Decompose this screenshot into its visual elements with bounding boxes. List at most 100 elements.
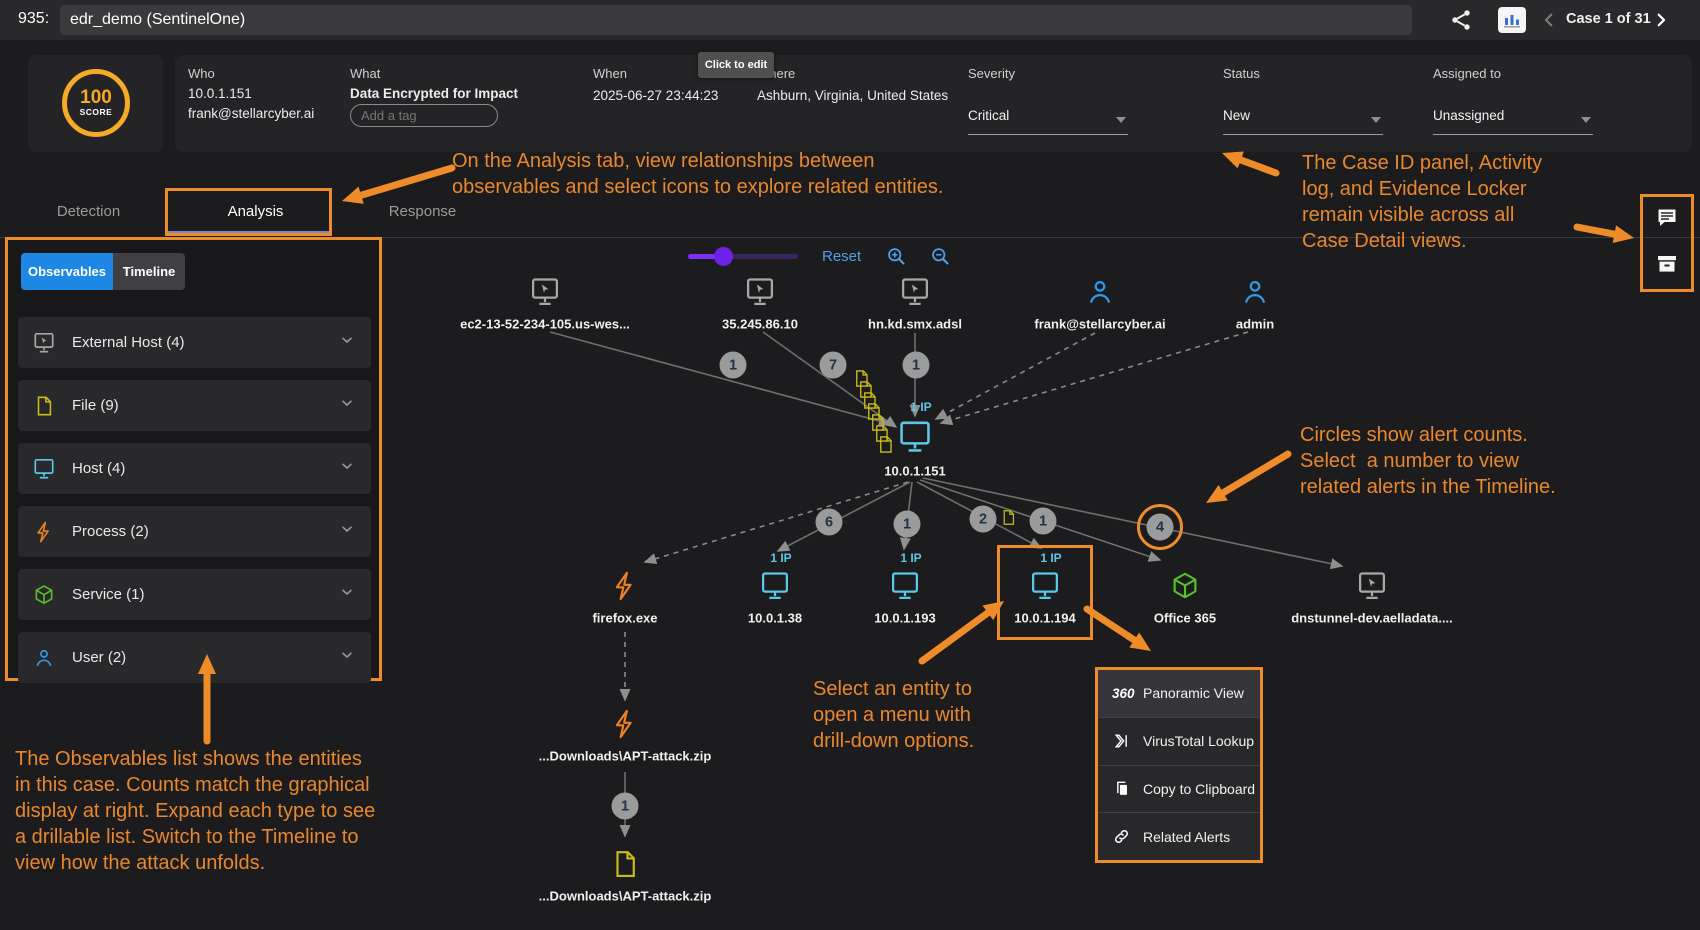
graph-node-label: admin <box>1236 317 1274 332</box>
graph-node-user-icon[interactable] <box>1240 277 1270 307</box>
severity-dropdown[interactable]: Critical <box>968 108 1128 135</box>
topbar: 935: Case 1 of 31 <box>0 0 1700 40</box>
where-value: Ashburn, Virginia, United States <box>757 88 948 103</box>
graph-node-process-icon[interactable] <box>610 571 640 601</box>
status-value: New <box>1223 108 1250 123</box>
external-host-icon <box>33 332 55 354</box>
menu-item-label: Copy to Clipboard <box>1143 781 1255 797</box>
observable-row-user[interactable]: User (2) <box>18 632 371 683</box>
graph-node-host-icon[interactable] <box>760 571 790 601</box>
observable-row-label: Host (4) <box>72 460 339 477</box>
edge-alert-count-badge[interactable]: 1 <box>720 352 747 379</box>
what-value: Data Encrypted for Impact <box>350 86 518 101</box>
evidence-locker-icon[interactable] <box>1655 252 1679 281</box>
toggle-observables-button[interactable]: Observables <box>21 253 113 290</box>
virustotal-icon <box>1112 731 1134 751</box>
case-title-input[interactable] <box>60 5 1412 35</box>
edge-alert-count-badge[interactable]: 1 <box>1030 508 1057 535</box>
edge-alert-count-badge[interactable]: 2 <box>970 506 997 533</box>
what-label: What <box>350 66 380 81</box>
activity-log-icon[interactable] <box>1655 206 1679 235</box>
file-icon <box>33 395 55 417</box>
chevron-down-icon <box>339 395 355 416</box>
observables-panel: Observables Timeline External Host (4) Fi… <box>5 237 382 681</box>
file-icon <box>1000 508 1017 527</box>
observable-row-service[interactable]: Service (1) <box>18 569 371 620</box>
zoom-out-icon[interactable] <box>930 246 951 272</box>
observable-row-label: User (2) <box>72 649 339 666</box>
graph-node-host-icon[interactable] <box>898 420 932 454</box>
edge-alert-count-badge[interactable]: 6 <box>816 509 843 536</box>
host-icon <box>33 458 55 480</box>
status-label: Status <box>1223 66 1260 81</box>
edge-alert-count-badge[interactable]: 1 <box>903 352 930 379</box>
next-case-button[interactable] <box>1652 11 1670 34</box>
observable-row-label: File (9) <box>72 397 339 414</box>
graph-node-service-icon[interactable] <box>1170 571 1200 601</box>
observable-row-external-host[interactable]: External Host (4) <box>18 317 371 368</box>
annotation-arrowhead <box>1129 633 1151 651</box>
assigned-dropdown[interactable]: Unassigned <box>1433 108 1593 135</box>
observable-row-host[interactable]: Host (4) <box>18 443 371 494</box>
node-ip-count-tag: 1 IP <box>770 551 791 565</box>
360-icon: 360 <box>1112 686 1134 701</box>
zoom-slider-thumb[interactable] <box>714 247 733 266</box>
menu-item-related-alerts[interactable]: Related Alerts <box>1098 813 1260 860</box>
graph-node-label: ...Downloads\APT-attack.zip <box>539 749 712 764</box>
graph-node-label: ec2-13-52-234-105.us-wes... <box>460 317 630 332</box>
edge-alert-count-badge[interactable]: 7 <box>820 352 847 379</box>
menu-item-label: Related Alerts <box>1143 829 1230 845</box>
assigned-value: Unassigned <box>1433 108 1504 123</box>
graph-node-label: firefox.exe <box>592 611 657 626</box>
graph-node-external-host-icon[interactable] <box>1357 571 1387 601</box>
menu-item-label: Panoramic View <box>1143 685 1244 701</box>
edge-alert-count-badge[interactable]: 1 <box>894 511 921 538</box>
side-icons-highlight-box <box>1640 194 1694 292</box>
tab-detection[interactable]: Detection <box>5 188 172 235</box>
graph-node-external-host-icon[interactable] <box>530 277 560 307</box>
when-value: 2025-06-27 23:44:23 <box>593 88 718 103</box>
severity-value: Critical <box>968 108 1009 123</box>
user-icon <box>33 647 55 669</box>
annotation-case-panels: The Case ID panel, Activity log, and Evi… <box>1302 150 1542 254</box>
menu-item-copy-to-clipboard[interactable]: Copy to Clipboard <box>1098 766 1260 814</box>
chevron-down-icon <box>1116 117 1126 123</box>
prev-case-button[interactable] <box>1540 11 1558 34</box>
chevron-down-icon <box>1371 117 1381 123</box>
toggle-timeline-button[interactable]: Timeline <box>113 253 185 290</box>
bar-chart-button[interactable] <box>1498 7 1526 33</box>
annotation-observables-list: The Observables list shows the entities … <box>15 746 375 876</box>
graph-node-label: Office 365 <box>1154 611 1216 626</box>
annotation-alert-counts: Circles show alert counts. Select a numb… <box>1300 422 1556 500</box>
menu-item-virustotal-lookup[interactable]: VirusTotal Lookup <box>1098 718 1260 766</box>
graph-node-process-icon[interactable] <box>610 709 640 739</box>
annotation-entity-menu: Select an entity to open a menu with dri… <box>813 676 974 754</box>
graph-node-user-icon[interactable] <box>1085 277 1115 307</box>
annotation-arrowhead <box>1222 152 1244 169</box>
case-pagination-label: Case 1 of 31 <box>1566 11 1651 27</box>
stacked-file-icon[interactable] <box>876 434 895 455</box>
observable-row-process[interactable]: Process (2) <box>18 506 371 557</box>
chevron-down-icon <box>1581 117 1591 123</box>
tag-input[interactable] <box>350 104 498 127</box>
chevron-right-icon <box>1652 11 1670 29</box>
click-to-edit-tooltip: Click to edit <box>698 52 774 78</box>
zoom-in-icon[interactable] <box>886 246 907 272</box>
edge-alert-count-badge[interactable]: 4 <box>1147 514 1174 541</box>
chevron-left-icon <box>1540 11 1558 29</box>
annotation-arrowhead <box>1206 485 1228 503</box>
graph-node-host-icon[interactable] <box>890 571 920 601</box>
graph-node-label: 10.0.1.151 <box>884 464 945 479</box>
share-icon[interactable] <box>1449 8 1473 37</box>
annotation-arrow <box>1087 609 1134 640</box>
graph-node-external-host-icon[interactable] <box>745 277 775 307</box>
graph-node-external-host-icon[interactable] <box>900 277 930 307</box>
reset-button[interactable]: Reset <box>822 248 861 265</box>
status-dropdown[interactable]: New <box>1223 108 1383 135</box>
observable-row-file[interactable]: File (9) <box>18 380 371 431</box>
edge-alert-count-badge[interactable]: 1 <box>612 793 639 820</box>
graph-node-file-icon[interactable] <box>610 849 640 879</box>
menu-item-panoramic-view[interactable]: 360 Panoramic View <box>1098 670 1260 718</box>
severity-label: Severity <box>968 66 1015 81</box>
who-value-ip: 10.0.1.151 <box>188 86 252 101</box>
